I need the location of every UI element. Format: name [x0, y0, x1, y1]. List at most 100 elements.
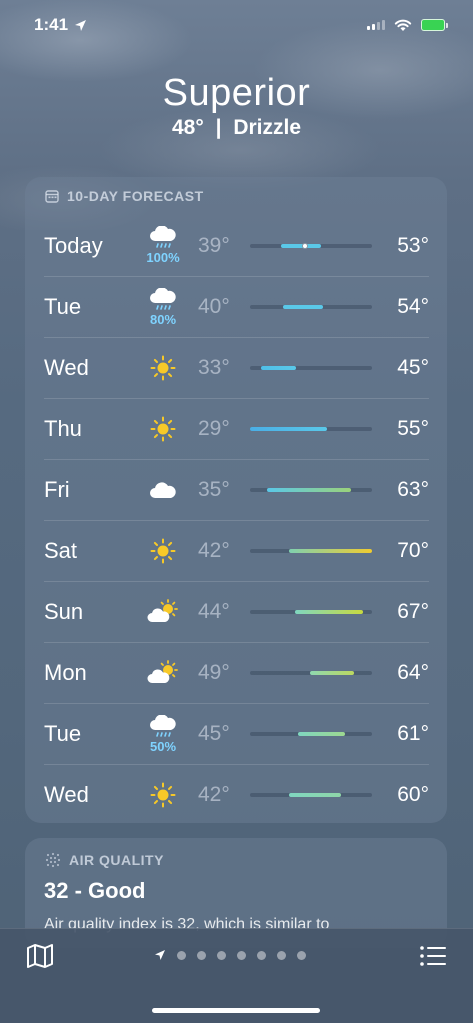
high-temp: 70° [397, 539, 429, 562]
forecast-day: Wed [44, 782, 89, 807]
status-time: 1:41 [34, 15, 69, 34]
sun-icon [136, 340, 190, 396]
temp-range-bar [250, 242, 372, 249]
page-dot[interactable] [277, 950, 286, 960]
page-dot[interactable] [197, 950, 206, 960]
temp-range-bar [250, 671, 372, 675]
high-temp: 60° [397, 783, 429, 806]
forecast-day: Today [44, 232, 103, 258]
forecast-row: Today 100% 39° 53° [44, 215, 429, 276]
high-temp: 67° [397, 600, 429, 623]
forecast-day: Sun [44, 599, 84, 624]
ten-day-forecast-card[interactable]: 10-DAY FORECAST Today 100% 39° 53° Tue 80% 40°… [25, 177, 447, 823]
home-indicator[interactable] [152, 1008, 320, 1013]
cellular-signal-icon [367, 20, 385, 30]
precip-chance: 100% [146, 250, 180, 265]
air-quality-icon [45, 852, 61, 868]
high-temp: 64° [397, 661, 429, 684]
rain-cloud-icon: 80% [136, 279, 190, 335]
summary-separator: | [215, 116, 222, 139]
page-dot[interactable] [237, 950, 246, 960]
current-location-icon [155, 950, 165, 960]
temp-range-bar [250, 732, 372, 736]
forecast-day: Mon [44, 660, 87, 685]
air-quality-title: AIR QUALITY [69, 852, 164, 868]
page-dot[interactable] [257, 950, 266, 960]
temp-range-bar [250, 488, 372, 492]
forecast-header: 10-DAY FORECAST [25, 177, 447, 215]
forecast-row: Sat 42° 70° [44, 520, 429, 581]
page-dot[interactable] [297, 950, 306, 960]
page-indicator[interactable] [154, 949, 306, 961]
forecast-rows: Today 100% 39° 53° Tue 80% 40° 54° Wed 33° 45° Thu 2… [25, 215, 447, 825]
forecast-row: Wed 42° 60° [44, 764, 429, 825]
temp-range-fill [280, 243, 321, 248]
forecast-row: Sun 44° 67° [44, 581, 429, 642]
partly-sunny-icon [136, 584, 190, 640]
forecast-row: Fri 35° 63° [44, 459, 429, 520]
rain-cloud-icon: 100% [136, 218, 190, 274]
forecast-row: Tue 80% 40° 54° [44, 276, 429, 337]
bottom-toolbar [0, 928, 473, 1023]
forecast-day: Sat [44, 538, 78, 563]
forecast-row: Thu 29° 55° [44, 398, 429, 459]
temp-range-bar [250, 305, 372, 309]
low-temp: 39° [198, 233, 230, 257]
high-temp: 61° [397, 722, 429, 745]
high-temp: 54° [397, 295, 429, 318]
air-quality-header: AIR QUALITY [25, 838, 447, 868]
list-icon[interactable] [419, 943, 447, 969]
current-summary: 48° | Drizzle [0, 116, 473, 140]
sun-icon [136, 767, 190, 823]
sun-icon [136, 401, 190, 457]
current-temp: 48° [171, 116, 204, 139]
forecast-title: 10-DAY FORECAST [67, 188, 204, 204]
temp-range-bar [250, 366, 372, 370]
temp-range-fill [260, 366, 297, 370]
forecast-day: Tue [44, 294, 82, 319]
page-dot[interactable] [217, 950, 226, 960]
precip-chance: 50% [149, 738, 177, 754]
low-temp: 42° [198, 783, 230, 806]
forecast-day: Tue [44, 721, 82, 746]
cloud-icon [136, 462, 190, 518]
map-icon[interactable] [26, 943, 54, 969]
temp-range-fill [297, 732, 346, 736]
high-temp: 53° [397, 233, 429, 257]
high-temp: 63° [397, 478, 429, 501]
temp-range-bar [250, 793, 372, 797]
rain-cloud-icon: 50% [136, 706, 190, 762]
high-temp: 55° [397, 417, 429, 440]
sun-icon [136, 523, 190, 579]
forecast-row: Tue 50% 45° 61° [44, 703, 429, 764]
temp-range-bar [250, 549, 372, 553]
high-temp: 45° [397, 356, 429, 379]
current-condition: Drizzle [233, 116, 302, 139]
air-quality-value: 32 - Good [44, 878, 146, 903]
low-temp: 42° [198, 539, 230, 562]
low-temp: 33° [198, 356, 230, 379]
low-temp: 49° [198, 661, 230, 684]
city-name: Superior [162, 72, 311, 114]
temp-range-bar [250, 427, 372, 431]
precip-chance: 80% [149, 311, 177, 327]
temp-range-fill [295, 610, 364, 614]
temp-range-bar [250, 610, 372, 614]
status-bar: 1:41 [0, 0, 473, 50]
forecast-row: Wed 33° 45° [44, 337, 429, 398]
page-dot[interactable] [177, 950, 186, 960]
calendar-icon [45, 190, 59, 203]
low-temp: 40° [198, 295, 230, 318]
forecast-row: Mon 49° 64° [44, 642, 429, 703]
forecast-day: Fri [44, 477, 70, 502]
temp-range-fill [282, 305, 324, 309]
forecast-day: Thu [44, 416, 82, 441]
low-temp: 44° [198, 600, 230, 623]
low-temp: 45° [198, 722, 230, 745]
temp-range-fill [250, 427, 327, 431]
temp-range-fill [289, 549, 372, 553]
current-temp-dot [301, 242, 308, 249]
temp-range-fill [267, 488, 352, 492]
temp-range-fill [309, 671, 354, 675]
low-temp: 29° [198, 417, 230, 440]
